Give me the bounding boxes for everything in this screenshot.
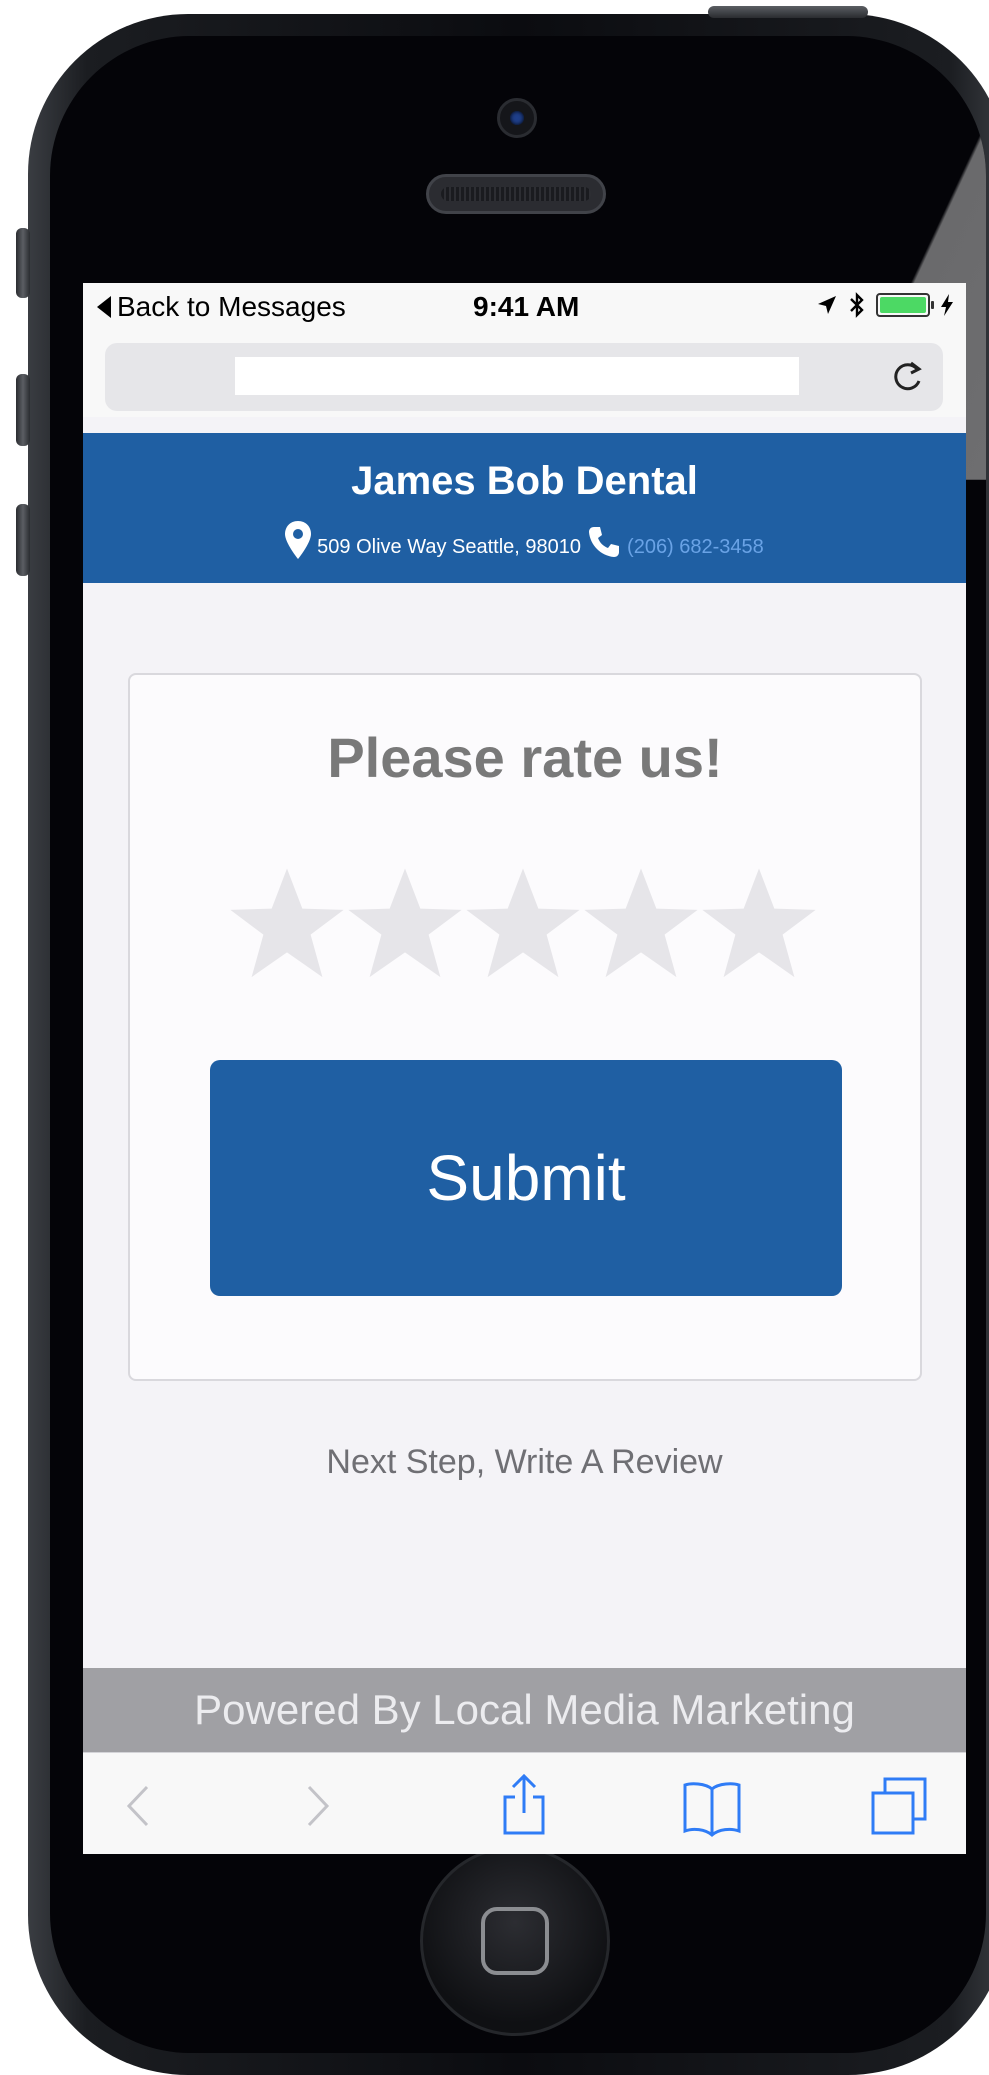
map-pin-icon (285, 521, 312, 559)
phone-screen: Back to Messages 9:41 AM James Bob Denta… (83, 283, 966, 1854)
power-button (708, 6, 868, 18)
back-to-messages-link[interactable]: Back to Messages (97, 291, 346, 323)
status-time: 9:41 AM (473, 291, 580, 322)
star-icon-2[interactable] (346, 865, 464, 983)
business-name: James Bob Dental (351, 459, 698, 503)
mute-switch (16, 228, 30, 298)
phone-link[interactable]: (206) 682-3458 (627, 536, 764, 559)
volume-up-button (16, 374, 30, 446)
browser-address-area (83, 331, 966, 417)
star-icon-4[interactable] (582, 865, 700, 983)
powered-by-banner: Powered By Local Media Marketing (83, 1668, 966, 1752)
volume-down-button (16, 504, 30, 576)
business-address: 509 Olive Way Seattle, 98010 (317, 536, 582, 558)
home-button[interactable] (420, 1846, 610, 2036)
bluetooth-icon (850, 292, 864, 318)
share-icon[interactable] (491, 1773, 557, 1839)
star-rating[interactable] (228, 865, 818, 983)
rating-card: Please rate us! Submit (128, 673, 922, 1381)
location-arrow-icon (818, 296, 836, 314)
bookmarks-icon[interactable] (679, 1773, 745, 1839)
star-icon-1[interactable] (228, 865, 346, 983)
browser-toolbar (83, 1752, 966, 1854)
status-icons (816, 291, 954, 319)
phone-icon[interactable] (587, 525, 621, 559)
home-square-icon (481, 1907, 549, 1975)
next-step-link[interactable]: Next Step, Write A Review (83, 1443, 966, 1482)
charging-icon (941, 294, 953, 316)
business-contact: 509 Olive Way Seattle, 98010 (206) 682-3… (83, 521, 966, 559)
back-label: Back to Messages (117, 291, 346, 322)
star-icon-3[interactable] (464, 865, 582, 983)
battery-icon (876, 293, 934, 317)
submit-button[interactable]: Submit (210, 1060, 842, 1296)
earpiece-speaker (426, 174, 606, 214)
front-camera (497, 98, 537, 138)
business-header: James Bob Dental 509 Olive Way Seattle, … (83, 433, 966, 583)
forward-arrow-icon[interactable] (283, 1773, 349, 1839)
url-field[interactable] (235, 357, 799, 395)
star-icon-5[interactable] (700, 865, 818, 983)
rating-title: Please rate us! (327, 726, 723, 789)
tabs-icon[interactable] (867, 1773, 933, 1839)
back-arrow-icon[interactable] (107, 1773, 173, 1839)
status-bar: Back to Messages 9:41 AM (83, 283, 966, 331)
address-bar[interactable] (105, 343, 943, 411)
reload-icon[interactable] (887, 357, 927, 397)
back-triangle-icon (97, 296, 111, 318)
